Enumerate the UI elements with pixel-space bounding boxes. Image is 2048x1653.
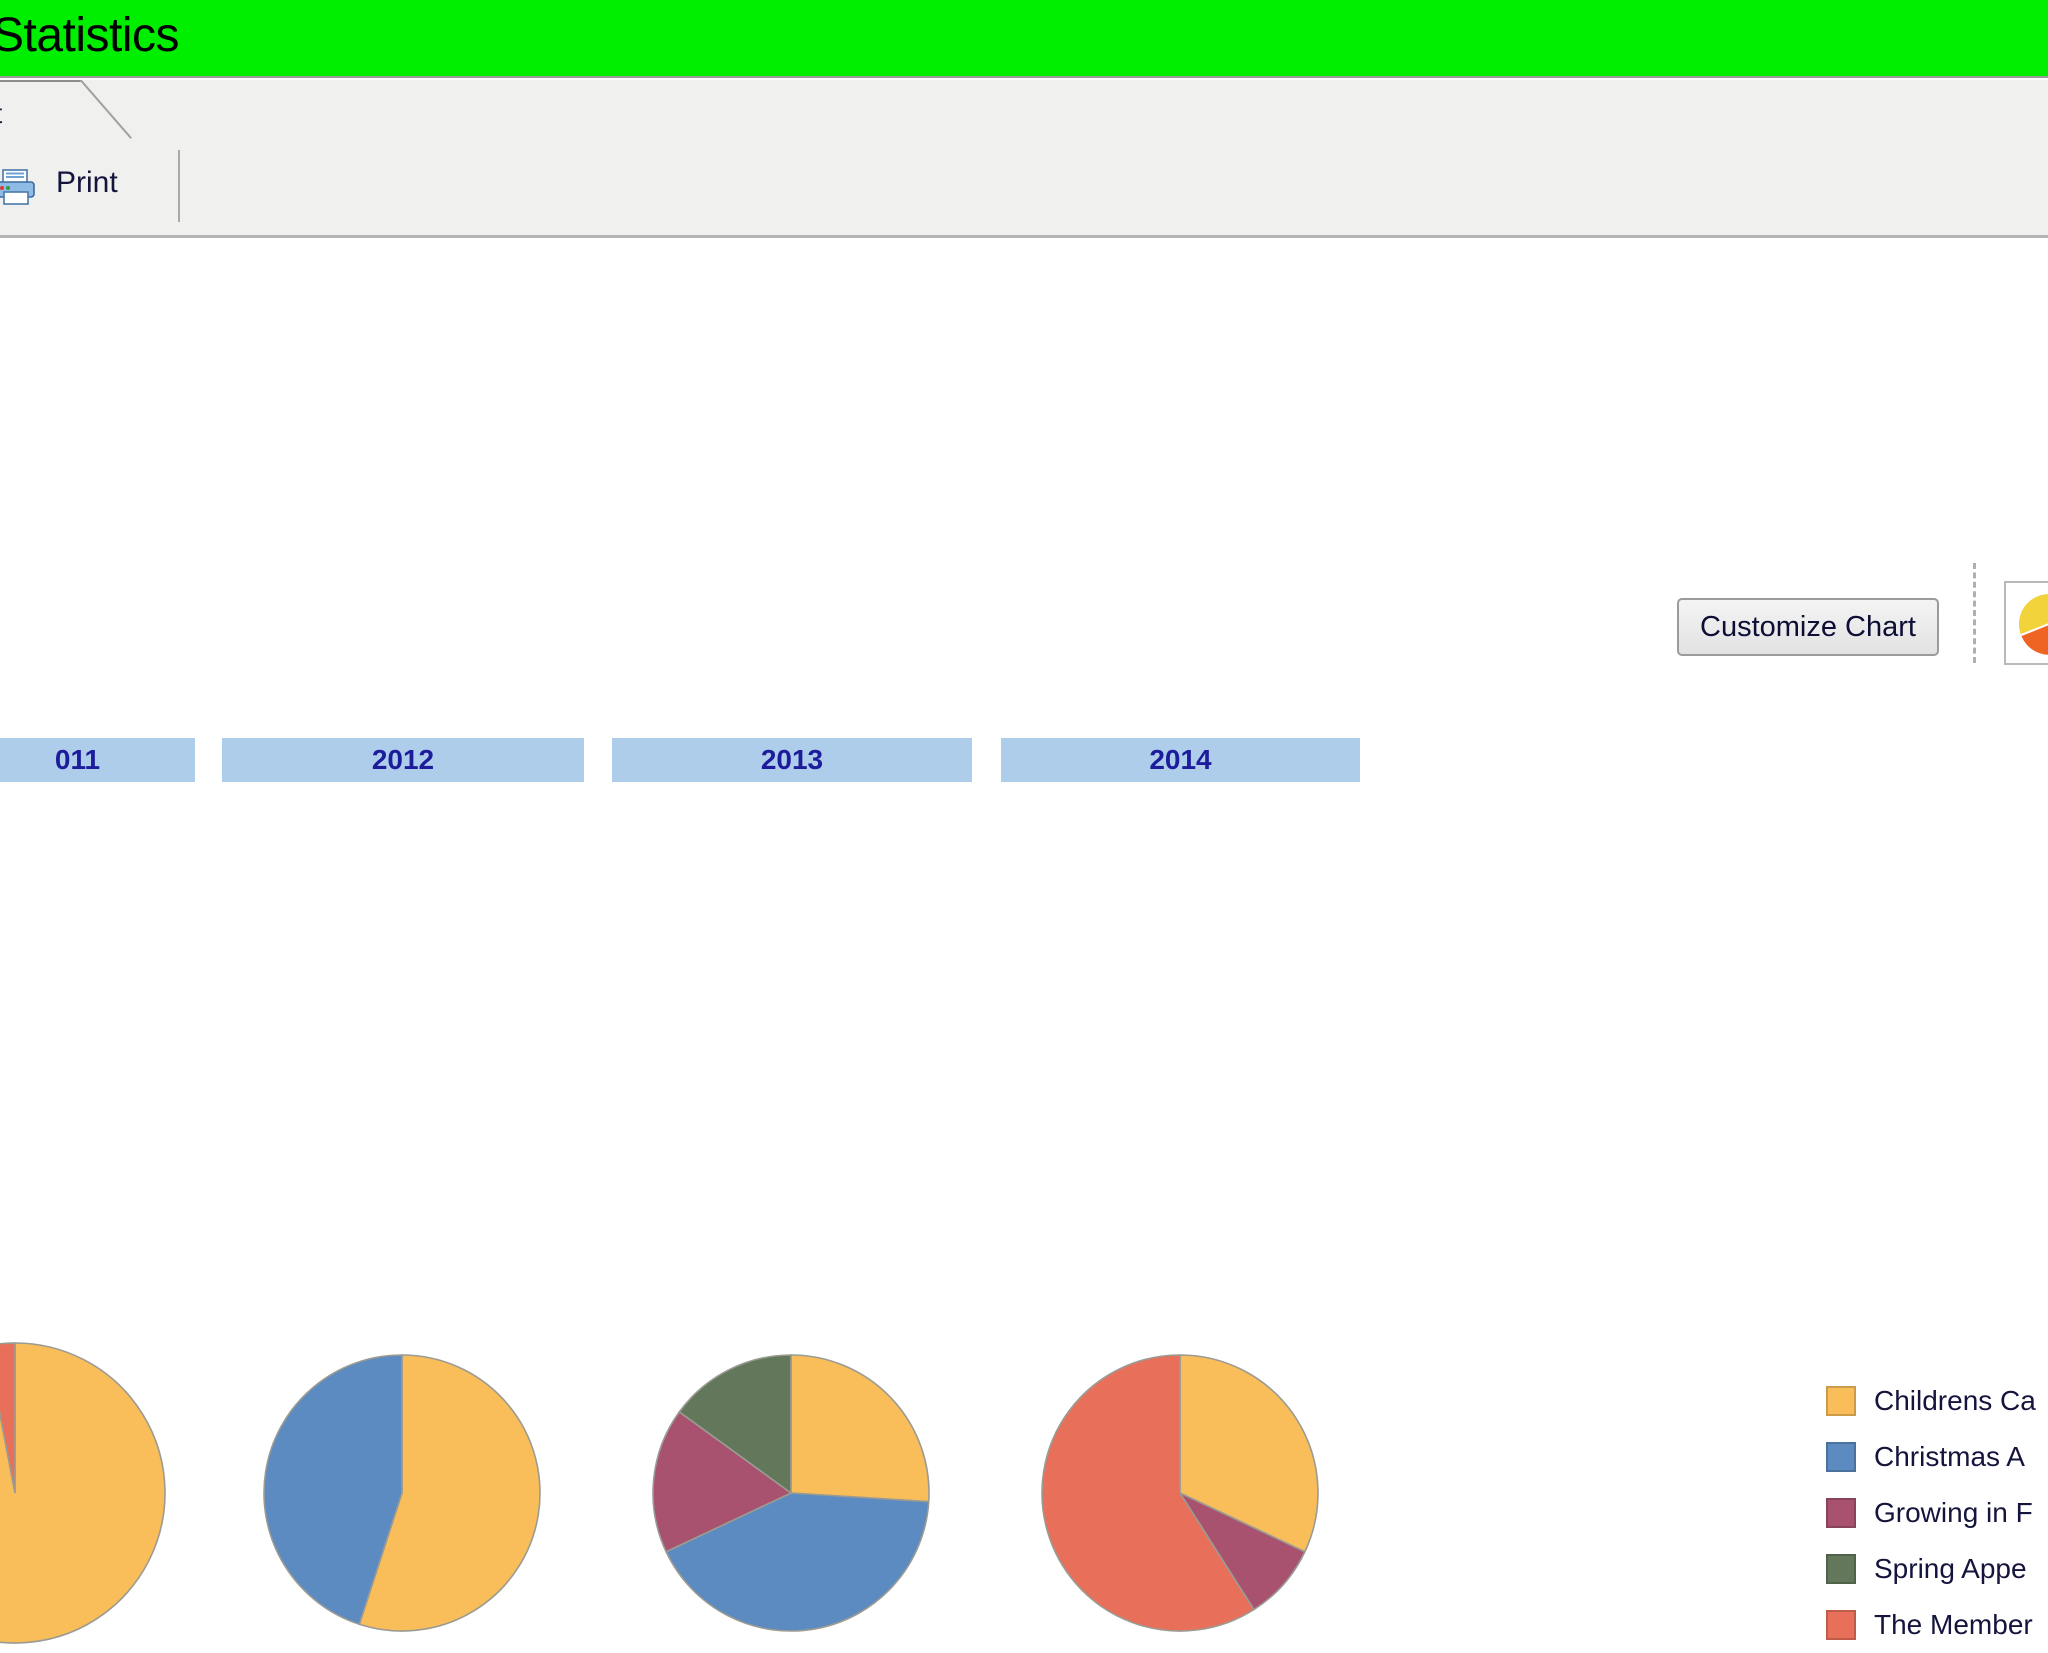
legend-label: Christmas A — [1874, 1441, 2025, 1472]
pie-slice[interactable] — [790, 1354, 930, 1503]
pie-chart-2014[interactable] — [1037, 1350, 1323, 1636]
pie-chart-011[interactable] — [0, 1338, 170, 1648]
legend-item[interactable]: The Member — [1826, 1597, 2048, 1653]
pie-chart-2013[interactable] — [648, 1350, 934, 1636]
tab-chart-label: hart — [0, 98, 2, 130]
chart-legend: Childrens Ca Christmas A Growing in F Sprin… — [1826, 1373, 2048, 1653]
legend-item[interactable]: Christmas A — [1826, 1429, 2048, 1485]
year-band-label: 011 — [54, 744, 101, 775]
legend-item[interactable]: Growing in F — [1826, 1485, 2048, 1541]
chart-pane: Customize Chart 011 2012 2013 2014 Children… — [0, 241, 2048, 1644]
legend-label: Growing in F — [1874, 1497, 2033, 1528]
chart-toolbar-divider — [1973, 563, 1976, 663]
legend-swatch — [1826, 1610, 1856, 1640]
customize-chart-button[interactable]: Customize Chart — [1677, 598, 1939, 656]
legend-swatch — [1826, 1442, 1856, 1472]
tab-chart[interactable]: hart — [0, 80, 136, 144]
page-title: Statistics — [0, 9, 180, 62]
pie-slice[interactable] — [0, 1342, 166, 1644]
chart-type-button[interactable] — [2004, 581, 2048, 665]
year-band-011[interactable]: 011 — [0, 738, 195, 782]
legend-swatch — [1826, 1386, 1856, 1416]
legend-label: Childrens Ca — [1874, 1385, 2036, 1416]
print-button[interactable]: Print — [0, 150, 180, 222]
pie-chart-2012[interactable] — [259, 1350, 545, 1636]
year-band-label: 2014 — [1149, 744, 1212, 775]
printer-icon — [0, 169, 35, 205]
legend-item[interactable]: Spring Appe — [1826, 1541, 2048, 1597]
legend-label: The Member — [1874, 1609, 2033, 1640]
legend-swatch — [1826, 1498, 1856, 1528]
year-band-2012[interactable]: 2012 — [222, 738, 584, 782]
legend-item[interactable]: Childrens Ca — [1826, 1373, 2048, 1429]
main-toolbar: Print — [0, 142, 2048, 238]
legend-label: Spring Appe — [1874, 1553, 2027, 1584]
print-label: Print — [56, 166, 118, 199]
year-band-2014[interactable]: 2014 — [1001, 738, 1360, 782]
tab-strip: hart — [0, 80, 2048, 222]
year-band-label: 2012 — [371, 744, 435, 775]
legend-swatch — [1826, 1554, 1856, 1584]
pie-chart-icon — [2017, 592, 2048, 657]
year-band-label: 2013 — [760, 744, 824, 775]
window-title-bar: Statistics — [0, 0, 2048, 78]
year-band-2013[interactable]: 2013 — [612, 738, 972, 782]
